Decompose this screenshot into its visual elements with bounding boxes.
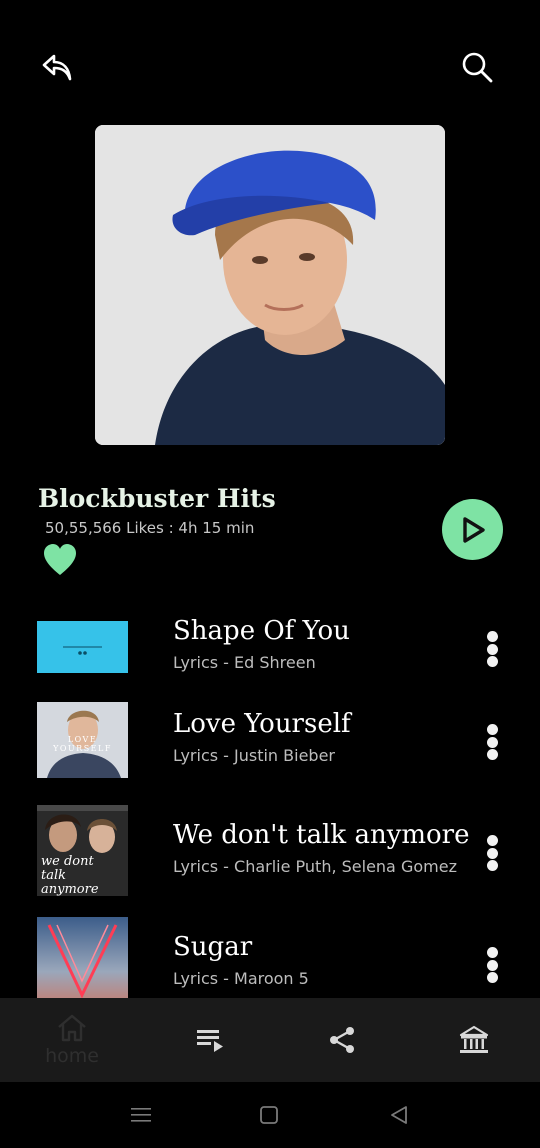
- back-triangle-icon: [391, 1106, 407, 1124]
- song-row[interactable]: Shape Of You Lyrics - Ed Shreen: [0, 600, 540, 692]
- library-icon: [459, 1025, 489, 1053]
- more-options-button[interactable]: [478, 945, 506, 985]
- album-art-text: we dont talk anymore: [41, 854, 99, 897]
- song-title: Sugar: [173, 932, 253, 962]
- dot: [486, 847, 498, 859]
- like-button[interactable]: [42, 542, 78, 578]
- back-arrow-icon: [42, 54, 72, 81]
- dot: [486, 631, 498, 642]
- menu-icon: [131, 1108, 151, 1122]
- dot: [486, 643, 498, 655]
- dot: [486, 724, 498, 735]
- song-subtitle: Lyrics - Ed Shreen: [173, 653, 316, 672]
- album-art: [37, 917, 128, 998]
- album-art: LOVE YOURSELF: [37, 702, 128, 778]
- dot: [486, 736, 498, 748]
- dot: [486, 656, 498, 667]
- square-icon: [260, 1106, 278, 1124]
- bottom-navigation: home: [0, 998, 540, 1082]
- song-row[interactable]: LOVE YOURSELF Love Yourself Lyrics - Jus…: [0, 700, 540, 792]
- dot: [486, 972, 498, 983]
- nav-share[interactable]: [320, 998, 364, 1082]
- more-options-button[interactable]: [478, 722, 506, 762]
- search-icon: [462, 52, 493, 83]
- more-options-button[interactable]: [478, 629, 506, 669]
- more-options-button[interactable]: [478, 833, 506, 873]
- dot: [486, 835, 498, 846]
- song-subtitle: Lyrics - Maroon 5: [173, 969, 309, 988]
- nav-home[interactable]: home: [30, 998, 114, 1082]
- share-icon: [330, 1027, 354, 1053]
- nav-home-label: home: [45, 1045, 99, 1067]
- dot: [486, 860, 498, 871]
- back-button[interactable]: [34, 44, 80, 90]
- home-icon: [58, 1014, 86, 1042]
- song-list: Shape Of You Lyrics - Ed Shreen LOVE YOU…: [0, 600, 540, 998]
- playlist-meta: 50,55,566 Likes : 4h 15 min: [45, 519, 255, 537]
- dot: [486, 749, 498, 760]
- song-title: Love Yourself: [173, 709, 351, 739]
- search-button[interactable]: [454, 44, 500, 90]
- song-row[interactable]: Sugar Lyrics - Maroon 5: [0, 916, 540, 998]
- nav-library[interactable]: [452, 998, 496, 1082]
- album-art: we dont talk anymore: [37, 805, 128, 896]
- play-button[interactable]: [442, 499, 503, 560]
- song-subtitle: Lyrics - Charlie Puth, Selena Gomez: [173, 857, 457, 876]
- song-title: Shape Of You: [173, 616, 350, 646]
- home-system-button[interactable]: [254, 1100, 284, 1130]
- playlist-cover-image: [95, 125, 445, 445]
- heart-icon: [44, 544, 76, 575]
- song-row[interactable]: we dont talk anymore We don't talk anymo…: [0, 804, 540, 896]
- song-title: We don't talk anymore: [173, 820, 470, 850]
- play-icon: [462, 516, 485, 543]
- nav-queue[interactable]: [188, 998, 232, 1082]
- playlist-title: Blockbuster Hits: [38, 484, 276, 513]
- dot: [486, 947, 498, 958]
- song-subtitle: Lyrics - Justin Bieber: [173, 746, 335, 765]
- queue-icon: [197, 1030, 223, 1052]
- system-navigation-bar: [0, 1082, 540, 1148]
- dot: [486, 959, 498, 971]
- recents-button[interactable]: [126, 1100, 156, 1130]
- album-art-text: LOVE YOURSELF: [53, 735, 112, 753]
- screen: Blockbuster Hits 50,55,566 Likes : 4h 15…: [0, 0, 540, 1148]
- album-art: [37, 621, 128, 673]
- back-system-button[interactable]: [384, 1100, 414, 1130]
